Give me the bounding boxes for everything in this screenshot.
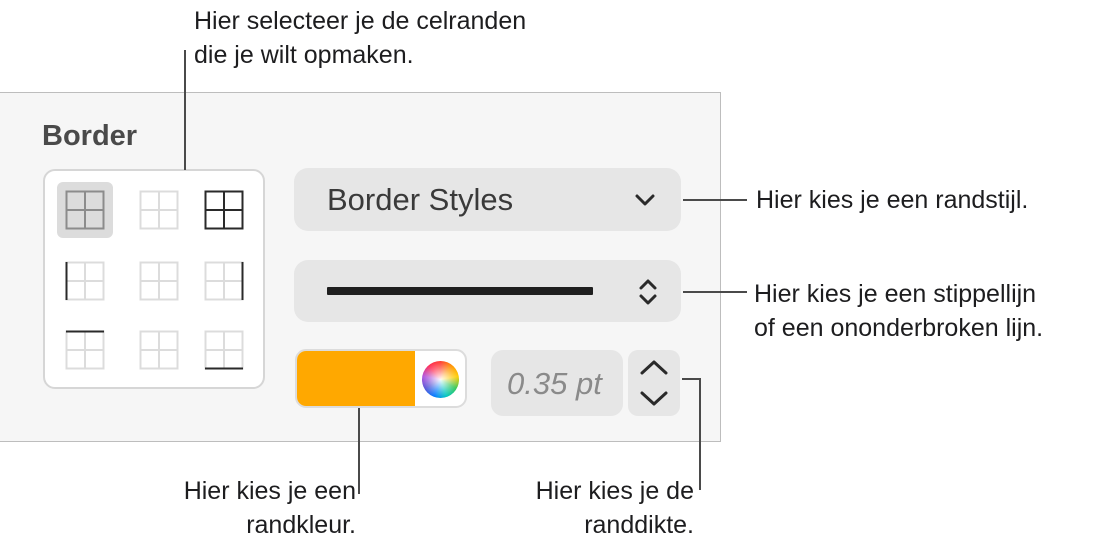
callout-line: Hier selecteer je de celranden <box>194 7 527 35</box>
inside-vertical-border-button[interactable] <box>131 253 187 309</box>
chevron-down-icon <box>635 194 655 206</box>
leader-select-borders <box>184 50 186 170</box>
color-swatch[interactable] <box>297 351 415 406</box>
inside-horizontal-border-icon <box>139 330 179 370</box>
callout-border-width: Hier kies je de randdikte. <box>470 474 694 542</box>
leader-line-type <box>683 291 747 293</box>
left-border-icon <box>65 261 105 301</box>
callout-border-color: Hier kies je een randkleur. <box>120 474 356 542</box>
outside-borders-icon <box>204 190 244 230</box>
up-down-chevron-icon <box>639 279 657 305</box>
solid-line-sample <box>327 287 593 295</box>
bottom-border-icon <box>204 330 244 370</box>
leader-border-width <box>699 378 701 490</box>
leader-border-style <box>683 199 747 201</box>
right-border-icon <box>204 261 244 301</box>
callout-select-borders: Hier selecteer je de celranden die je wi… <box>194 4 526 72</box>
inside-borders-button[interactable] <box>131 182 187 238</box>
bottom-border-button[interactable] <box>196 322 252 378</box>
callout-line: Hier kies je de <box>535 477 694 505</box>
decrement-arrow-icon[interactable] <box>639 390 669 408</box>
inside-horizontal-border-button[interactable] <box>131 322 187 378</box>
color-wheel-icon[interactable] <box>422 361 459 398</box>
inside-borders-icon <box>139 190 179 230</box>
inside-vertical-border-icon <box>139 261 179 301</box>
left-border-button[interactable] <box>57 253 113 309</box>
border-color-well[interactable] <box>295 349 467 408</box>
border-width-field[interactable]: 0.35 pt <box>491 350 623 416</box>
callout-line: Hier kies je een randstijl. <box>756 186 1029 214</box>
outside-borders-button[interactable] <box>196 182 252 238</box>
border-width-value: 0.35 pt <box>507 366 602 401</box>
callout-line: Hier kies je een stippellijn <box>754 280 1037 308</box>
callout-border-style: Hier kies je een randstijl. <box>756 183 1028 217</box>
right-border-button[interactable] <box>196 253 252 309</box>
callout-line-type: Hier kies je een stippellijn of een onon… <box>754 277 1043 345</box>
callout-line: Hier kies je een <box>183 477 356 505</box>
increment-arrow-icon[interactable] <box>639 358 669 376</box>
callout-line: of een ononderbroken lijn. <box>754 314 1044 342</box>
line-style-popup[interactable] <box>294 260 681 322</box>
leader-border-color <box>358 408 360 494</box>
callout-line: die je wilt opmaken. <box>194 41 414 69</box>
all-borders-button[interactable] <box>57 182 113 238</box>
top-border-button[interactable] <box>57 322 113 378</box>
section-title: Border <box>42 120 138 152</box>
all-borders-icon <box>65 190 105 230</box>
border-styles-label: Border Styles <box>327 182 514 217</box>
border-styles-popup[interactable]: Border Styles <box>294 168 681 231</box>
top-border-icon <box>65 330 105 370</box>
border-width-stepper[interactable] <box>628 350 680 416</box>
